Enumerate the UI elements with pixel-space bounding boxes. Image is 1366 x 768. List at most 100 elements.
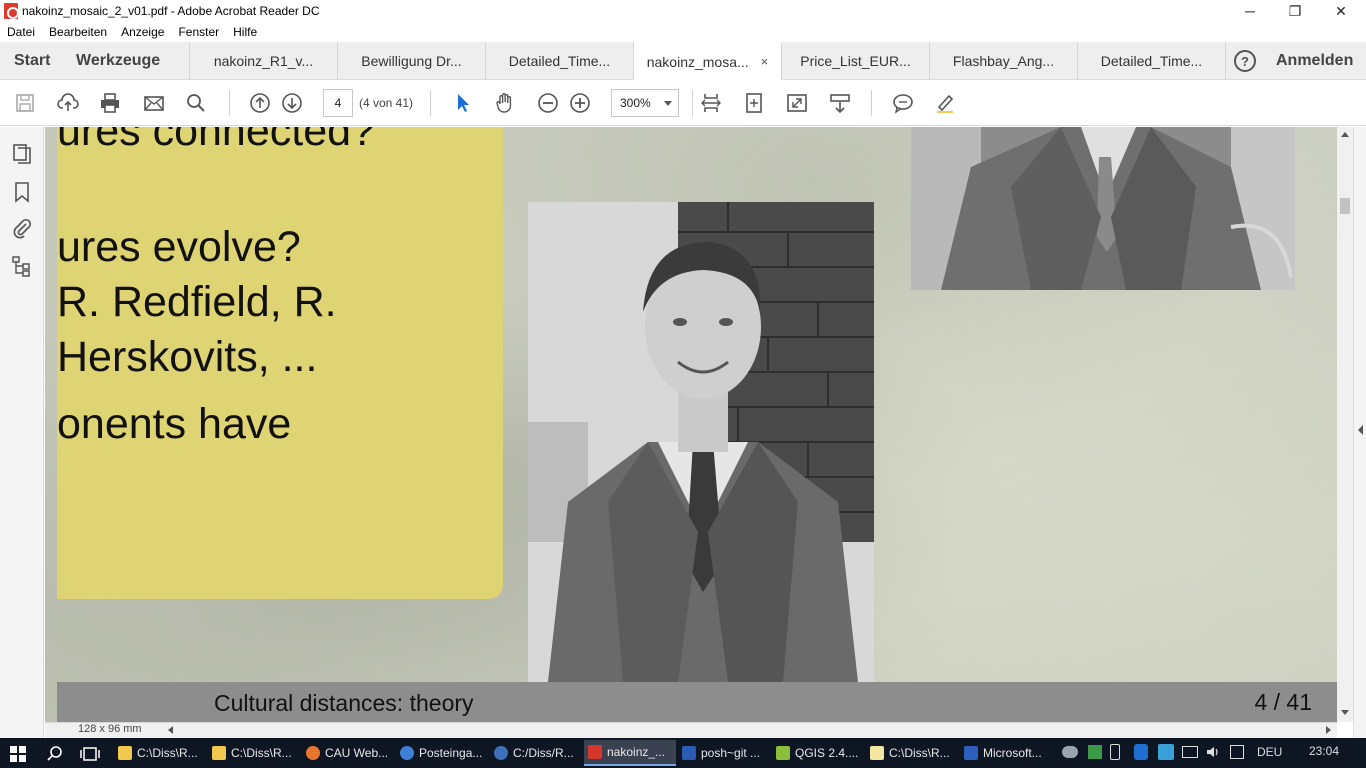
taskbar-item-label: C:/Diss/R... [513, 746, 574, 760]
doc-tab-label: Bewilligung Dr... [361, 53, 462, 69]
scroll-down-arrow-icon[interactable] [1341, 710, 1349, 715]
save-icon[interactable] [10, 88, 40, 118]
document-viewport[interactable]: ures connected? ures evolve? R. Redfield… [45, 127, 1337, 722]
doc-tab-label: Detailed_Time... [1100, 53, 1203, 69]
menu-fenster[interactable]: Fenster [171, 22, 226, 42]
taskbar-item-label: C:\Diss\R... [231, 746, 292, 760]
slide-text-box: ures connected? ures evolve? R. Redfield… [57, 127, 503, 599]
task-view-icon[interactable] [80, 745, 100, 763]
email-icon[interactable] [139, 88, 169, 118]
next-page-icon[interactable] [277, 88, 307, 118]
slide-text-line: R. Redfield, R. [57, 278, 337, 326]
vertical-scrollbar[interactable] [1337, 127, 1353, 722]
cloud-tray-icon[interactable] [1062, 746, 1078, 758]
taskbar-item[interactable]: QGIS 2.4.... [772, 740, 864, 766]
doc-tab-5[interactable]: Price_List_EUR... [781, 42, 929, 80]
taskbar-item-active[interactable]: nakoinz_... [584, 740, 676, 766]
taskbar-item[interactable]: C:\Diss\R... [208, 740, 300, 766]
doc-tab-6[interactable]: Flashbay_Ang... [929, 42, 1077, 80]
usb-tray-icon[interactable] [1110, 744, 1120, 760]
slide-text-line: ures evolve? [57, 223, 301, 271]
second-portrait-photo [911, 127, 1295, 290]
doc-tab-3[interactable]: Detailed_Time... [485, 42, 633, 80]
network-icon[interactable] [1182, 746, 1198, 758]
cloud-upload-icon[interactable] [53, 88, 83, 118]
notifications-icon[interactable] [1230, 745, 1244, 759]
highlight-pen-icon[interactable] [930, 88, 960, 118]
menu-bearbeiten[interactable]: Bearbeiten [42, 22, 114, 42]
maximize-button[interactable]: ❐ [1272, 0, 1318, 22]
search-icon[interactable] [181, 88, 211, 118]
scroll-left-arrow-icon[interactable] [168, 726, 173, 734]
slide-text-line: onents have [57, 400, 292, 448]
comment-icon[interactable] [888, 88, 918, 118]
minimize-button[interactable]: ─ [1227, 0, 1273, 22]
zoom-in-icon[interactable] [565, 88, 595, 118]
attachment-icon[interactable] [10, 216, 34, 240]
scroll-right-arrow-icon[interactable] [1326, 726, 1331, 734]
doc-tab-label: Detailed_Time... [508, 53, 611, 69]
taskbar-search-icon[interactable] [46, 745, 64, 763]
zoom-dropdown[interactable]: 300% [611, 89, 679, 117]
doc-tab-2[interactable]: Bewilligung Dr... [337, 42, 485, 80]
page-number-input[interactable] [323, 89, 353, 117]
help-icon[interactable]: ? [1234, 50, 1256, 72]
taskbar-item[interactable]: Microsoft... [960, 740, 1052, 766]
menu-anzeige[interactable]: Anzeige [114, 22, 171, 42]
close-tab-icon[interactable]: × [761, 54, 769, 69]
doc-tab-active[interactable]: nakoinz_mosa... × [633, 42, 781, 81]
scrollbar-thumb[interactable] [1340, 198, 1350, 214]
doc-tab-7[interactable]: Detailed_Time... [1077, 42, 1225, 80]
taskbar-item[interactable]: C:/Diss/R... [490, 740, 582, 766]
structure-tree-icon[interactable] [10, 254, 34, 278]
taskbar-item[interactable]: posh~git ... [678, 740, 770, 766]
slide-footer-title: Cultural distances: theory [214, 690, 474, 716]
slide-page-number: 4 / 41 [1254, 689, 1312, 715]
toolbar-separator [692, 90, 693, 116]
volume-icon[interactable] [1206, 745, 1220, 759]
tab-tools[interactable]: Werkzeuge [76, 42, 160, 80]
taskbar-item-label: C:\Diss\R... [137, 746, 198, 760]
page-thumbnails-icon[interactable] [10, 142, 34, 166]
doc-tab-label: nakoinz_mosa... [646, 53, 749, 70]
fullscreen-icon[interactable] [782, 88, 812, 118]
previous-page-icon[interactable] [245, 88, 275, 118]
taskbar-item-label: Posteinga... [419, 746, 483, 760]
portrait-photo [528, 202, 874, 682]
doc-tab-label: Flashbay_Ang... [952, 53, 1055, 69]
doc-tab-label: Price_List_EUR... [800, 53, 911, 69]
menu-datei[interactable]: Datei [0, 22, 42, 42]
folder-icon [212, 746, 226, 760]
security-tray-icon[interactable] [1134, 744, 1148, 760]
taskbar-item[interactable]: C:\Diss\R... [866, 740, 958, 766]
network-app-tray-icon[interactable] [1158, 744, 1174, 760]
menu-bar: Datei Bearbeiten Anzeige Fenster Hilfe [0, 22, 1366, 42]
select-tool-icon[interactable] [447, 88, 477, 118]
windows-start-icon[interactable] [10, 746, 26, 762]
zoom-out-icon[interactable] [533, 88, 563, 118]
scroll-up-arrow-icon[interactable] [1341, 132, 1349, 137]
close-window-button[interactable]: ✕ [1318, 0, 1364, 22]
tab-start[interactable]: Start [14, 42, 50, 80]
taskbar-item[interactable]: C:\Diss\R... [114, 740, 206, 766]
rotate-page-icon[interactable] [739, 88, 769, 118]
taskbar-item-label: QGIS 2.4.... [795, 746, 859, 760]
download-tray-icon[interactable] [1088, 745, 1102, 759]
expand-right-panel-icon[interactable] [1358, 425, 1363, 435]
powershell-icon [682, 746, 696, 760]
input-language[interactable]: DEU [1257, 745, 1282, 759]
taskbar-item[interactable]: CAU Web... [302, 740, 394, 766]
menu-hilfe[interactable]: Hilfe [226, 22, 264, 42]
bookmark-icon[interactable] [10, 180, 34, 204]
left-sidebar [0, 127, 51, 738]
taskbar-item[interactable]: Posteinga... [396, 740, 488, 766]
clock[interactable]: 23:04 [1309, 744, 1339, 758]
signin-button[interactable]: Anmelden [1276, 52, 1353, 70]
thunderbird-icon [400, 746, 414, 760]
print-icon[interactable] [95, 88, 125, 118]
hand-tool-icon[interactable] [490, 88, 520, 118]
scroll-mode-icon[interactable] [825, 88, 855, 118]
fit-page-icon[interactable] [696, 88, 726, 118]
doc-tab-1[interactable]: nakoinz_R1_v... [189, 42, 337, 80]
word-icon [964, 746, 978, 760]
